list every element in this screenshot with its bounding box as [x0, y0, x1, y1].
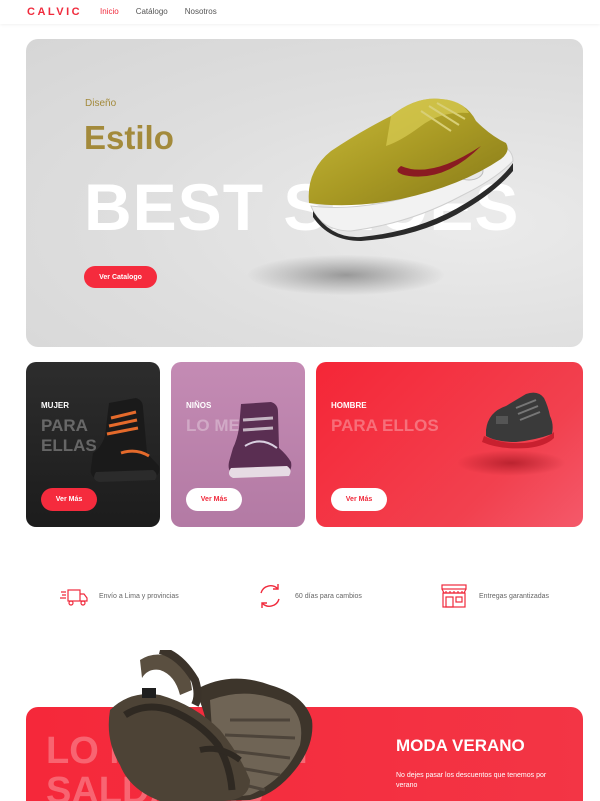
shoe-shadow: [248, 255, 444, 295]
men-see-more-button[interactable]: Ver Más: [331, 488, 387, 511]
hero-banner: Diseño Estilo BEST SHOES Ver Catalogo: [26, 39, 583, 347]
category-card-women[interactable]: PARA ELLAS MUJER Ver Más: [26, 362, 160, 527]
gold-sneaker-image: [308, 98, 514, 241]
hero-eyebrow: Diseño: [85, 98, 117, 109]
card-ghost-text: PARA ELLOS: [331, 416, 439, 435]
nav-link-inicio[interactable]: Inicio: [100, 7, 119, 16]
category-card-kids[interactable]: LO MEJOR NIÑOS Ver Más: [171, 362, 305, 527]
promo-description: No dejes pasar los descuentos que tenemo…: [396, 772, 547, 790]
feature-shipping-text: Envío a Lima y provincias: [99, 592, 179, 600]
feature-exchange: 60 días para cambios: [256, 582, 362, 610]
hero-title: Estilo: [84, 119, 174, 156]
card-label-women: MUJER: [41, 401, 70, 410]
top-navbar: CALVIC Inicio Catálogo Nosotros: [0, 0, 600, 24]
feature-exchange-text: 60 días para cambios: [295, 592, 362, 600]
kids-see-more-button[interactable]: Ver Más: [186, 488, 242, 511]
delivery-truck-icon: [60, 589, 88, 606]
black-sneaker-image: [482, 392, 554, 449]
card-label-kids: NIÑOS: [186, 401, 212, 410]
purple-boot-image: [228, 402, 292, 478]
feature-shipping: Envío a Lima y provincias: [60, 582, 179, 610]
feature-delivery: Entregas garantizadas: [440, 582, 549, 610]
feature-delivery-text: Entregas garantizadas: [479, 592, 550, 600]
promo-title: MODA VERANO: [396, 736, 525, 755]
category-card-men[interactable]: PARA ELLOS HOMBRE Ver Más: [316, 362, 583, 527]
main-nav: Inicio Catálogo Nosotros: [100, 7, 217, 16]
exchange-cycle-icon: [260, 584, 280, 608]
brand-logo[interactable]: CALVIC: [27, 6, 82, 18]
nav-link-nosotros[interactable]: Nosotros: [185, 7, 217, 16]
catalog-button[interactable]: Ver Catalogo: [84, 266, 157, 288]
women-see-more-button[interactable]: Ver Más: [41, 488, 97, 511]
shoe-shadow: [456, 450, 566, 476]
store-icon: [441, 584, 467, 608]
card-label-men: HOMBRE: [331, 401, 367, 410]
black-boot-image: [90, 398, 160, 482]
sandal-image: [108, 650, 313, 801]
nav-link-catalogo[interactable]: Catálogo: [136, 7, 168, 16]
